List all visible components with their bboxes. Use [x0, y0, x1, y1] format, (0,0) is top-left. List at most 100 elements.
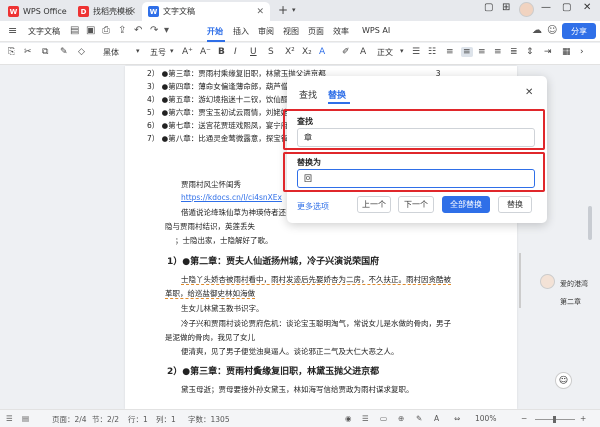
tab-review[interactable]: 审阅 — [258, 26, 274, 37]
clear-format-icon[interactable]: A — [360, 47, 366, 57]
assistant-icon[interactable]: ☺ — [555, 372, 572, 389]
tab-document[interactable]: W 文字文稿 ✕ — [142, 2, 270, 21]
border-icon[interactable]: ▦ — [562, 47, 571, 57]
distributed-icon[interactable]: ≣ — [510, 47, 518, 57]
zoom-in-icon[interactable]: + — [580, 414, 586, 423]
fit-width-icon[interactable]: ⇔ — [454, 414, 460, 423]
line-spacing-icon[interactable]: ⇕ — [526, 47, 534, 57]
tab-wps-ai[interactable]: WPS AI — [362, 26, 390, 35]
maximize-icon[interactable]: ▢ — [562, 2, 571, 13]
zoom-slider-handle[interactable] — [553, 416, 556, 423]
zoom-out-icon[interactable]: − — [521, 414, 527, 423]
close-icon[interactable]: ✕ — [525, 87, 533, 98]
find-input[interactable] — [297, 128, 535, 147]
brush-icon[interactable]: ✎ — [60, 47, 68, 57]
eye-icon[interactable]: ◉ — [345, 414, 352, 423]
align-right-icon[interactable]: ≡ — [478, 47, 486, 57]
chevron-down-icon[interactable]: ▾ — [170, 47, 174, 55]
tab-replace[interactable]: 替换 — [328, 88, 346, 101]
numbered-list-icon[interactable]: ☷ — [428, 47, 436, 57]
font-shrink-icon[interactable]: A⁻ — [200, 47, 211, 57]
share-button[interactable]: 分享 — [562, 23, 596, 39]
web-view-icon[interactable]: ⊕ — [398, 414, 404, 423]
underline-icon[interactable]: U — [250, 47, 257, 57]
chevron-down-icon[interactable]: ▾ — [400, 47, 404, 55]
page-view-icon[interactable]: ▭ — [380, 414, 387, 423]
save-icon[interactable]: ▣ — [86, 25, 95, 36]
format-painter-icon[interactable]: ⎘ — [8, 47, 15, 57]
tab-find[interactable]: 查找 — [299, 88, 317, 101]
page-indicator[interactable]: 页面：2/4 — [52, 414, 87, 425]
minimize-icon[interactable]: — — [541, 2, 551, 13]
tab-page[interactable]: 页面 — [308, 26, 324, 37]
indent-icon[interactable]: ⇥ — [544, 47, 552, 57]
avatar[interactable] — [519, 2, 534, 17]
eraser-icon[interactable]: ◇ — [78, 47, 85, 57]
replace-all-button[interactable]: 全部替换 — [442, 196, 490, 213]
avatar-small-icon[interactable]: ☺ — [547, 25, 557, 36]
next-button[interactable]: 下一个 — [398, 196, 434, 213]
align-left-icon[interactable]: ≡ — [446, 47, 454, 57]
chevron-down-icon[interactable]: ▾ — [292, 6, 296, 14]
vertical-scrollbar[interactable] — [588, 206, 592, 240]
tab-template-search[interactable]: D 找稻壳模板 ✕ — [74, 2, 140, 21]
justify-icon[interactable]: ≡ — [494, 47, 502, 57]
font-color-icon[interactable]: A — [319, 47, 325, 57]
list-view-icon[interactable]: ☰ — [362, 414, 369, 423]
word-count[interactable]: 字数：1305 — [188, 414, 230, 425]
avatar[interactable] — [540, 274, 555, 289]
template-icon: D — [78, 6, 89, 17]
undo-icon[interactable]: ↶ — [134, 25, 142, 36]
pen-icon[interactable]: ✎ — [416, 414, 422, 423]
sidebar-toggle-icon[interactable]: ☰ — [6, 414, 13, 423]
export-icon[interactable]: ⇪ — [118, 25, 126, 36]
font-family-select[interactable]: 黑体 — [103, 47, 119, 58]
document-name[interactable]: 文字文稿 — [28, 26, 60, 37]
chevron-right-icon[interactable]: › — [580, 47, 584, 57]
zoom-level[interactable]: 100% — [475, 414, 496, 423]
new-tab-button[interactable]: + — [278, 3, 288, 17]
font-size-select[interactable]: 五号 — [150, 47, 166, 58]
close-tab-icon[interactable]: ✕ — [256, 7, 264, 17]
more-options-link[interactable]: 更多选项 — [297, 201, 329, 212]
paragraph-style-select[interactable]: 正文 — [377, 47, 393, 58]
folder-icon[interactable]: ▤ — [70, 25, 79, 36]
layout-icon[interactable]: ▢ — [484, 2, 493, 13]
word-count-icon[interactable]: ▤ — [22, 414, 29, 423]
close-window-icon[interactable]: ✕ — [583, 2, 591, 13]
italic-icon[interactable]: I — [234, 47, 237, 57]
text-icon[interactable]: A — [434, 414, 439, 423]
chapter-heading: 2）●第三章：贾雨村夤缘复旧职，林黛玉抛父进京都 — [167, 367, 380, 377]
cloud-icon[interactable]: ☁ — [532, 25, 542, 36]
previous-button[interactable]: 上一个 — [357, 196, 391, 213]
chevron-down-icon[interactable]: ▾ — [164, 25, 169, 36]
replace-input[interactable] — [297, 169, 535, 188]
bullet-list-icon[interactable]: ☰ — [412, 47, 420, 57]
align-center-icon[interactable]: ≡ — [461, 47, 473, 57]
strikethrough-icon[interactable]: S — [268, 47, 274, 57]
replace-button[interactable]: 替换 — [498, 196, 532, 213]
cut-icon[interactable]: ✂ — [24, 47, 32, 57]
chevron-down-icon[interactable]: ▾ — [136, 47, 140, 55]
tab-wps-office[interactable]: W WPS Office — [4, 2, 70, 21]
redo-icon[interactable]: ↷ — [150, 25, 158, 36]
collaborator-location[interactable]: 第二章 — [560, 297, 581, 307]
superscript-icon[interactable]: X² — [285, 47, 295, 57]
comment-connector — [519, 253, 521, 308]
font-grow-icon[interactable]: A⁺ — [182, 47, 193, 57]
tab-home[interactable]: 开始 — [207, 26, 223, 37]
title-bar: W WPS Office D 找稻壳模板 ✕ W 文字文稿 ✕ + ▾ ▢ ⊞ … — [0, 0, 600, 21]
tab-efficiency[interactable]: 效率 — [333, 26, 349, 37]
tab-view[interactable]: 视图 — [283, 26, 299, 37]
tab-label: 找稻壳模板 — [93, 7, 133, 16]
tab-insert[interactable]: 插入 — [233, 26, 249, 37]
close-tab-icon[interactable]: ✕ — [128, 7, 136, 17]
highlight-icon[interactable]: ✐ — [342, 47, 350, 57]
menu-icon[interactable]: ≡ — [8, 24, 17, 37]
hyperlink[interactable]: https://kdocs.cn/l/ci4snXEx — [181, 193, 282, 202]
bold-icon[interactable]: B — [218, 47, 225, 57]
grid-icon[interactable]: ⊞ — [502, 2, 510, 13]
subscript-icon[interactable]: X₂ — [302, 47, 312, 57]
copy-icon[interactable]: ⧉ — [42, 47, 48, 57]
print-icon[interactable]: ⎙ — [102, 25, 110, 36]
